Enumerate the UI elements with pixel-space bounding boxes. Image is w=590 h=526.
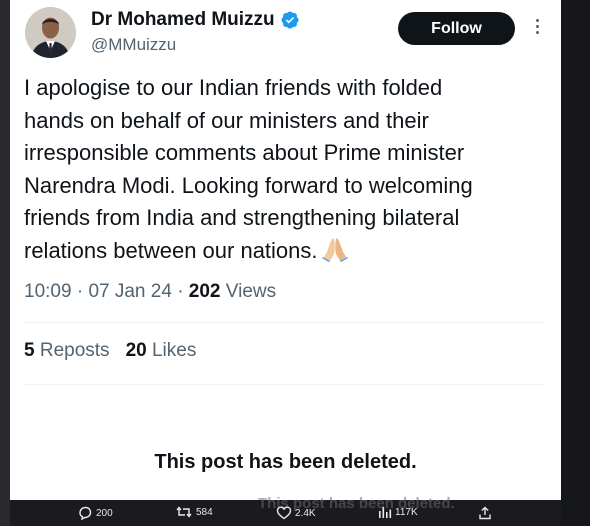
likes-label: Likes (151, 340, 197, 361)
author-name[interactable]: Dr Mohamed Muizzu (91, 9, 275, 31)
like-action[interactable]: 2.4K (276, 506, 316, 520)
tweet-line: relations between our nations. (24, 235, 529, 268)
views-action[interactable]: 117K (378, 506, 418, 518)
repost-action[interactable]: 584 (175, 506, 213, 518)
divider (24, 322, 545, 323)
background-left (0, 0, 10, 526)
engagement-stats: 5 Reposts 20 Likes (24, 340, 196, 362)
views-label: Views (225, 281, 277, 302)
tweet-line: hands on behalf of our ministers and the… (24, 107, 429, 133)
tweet-line: irresponsible comments about Prime minis… (24, 140, 465, 165)
meta-separator: · (177, 281, 184, 302)
reply-action[interactable]: 200 (77, 506, 113, 520)
likes-stat[interactable]: 20 Likes (126, 340, 197, 362)
tweet-line: Narendra Modi. Looking forward to welcom… (24, 172, 473, 198)
reply-count: 200 (96, 507, 113, 519)
author-name-row: Dr Mohamed Muizzu (91, 9, 300, 31)
views-count-bar: 117K (395, 506, 418, 518)
like-count: 2.4K (295, 507, 316, 519)
tweet-line: friends from India and strengthening bil… (24, 205, 460, 230)
tweet-date[interactable]: 07 Jan 24 (88, 281, 171, 302)
reposts-label: Reposts (39, 340, 110, 361)
author-handle[interactable]: @MMuizzu (91, 35, 176, 55)
reposts-stat[interactable]: 5 Reposts (24, 340, 110, 362)
folded-hands-emoji-icon (321, 237, 348, 262)
follow-button[interactable]: Follow (398, 12, 515, 45)
tweet-time[interactable]: 10:09 (24, 281, 72, 302)
repost-count: 584 (196, 506, 213, 518)
deleted-notice: This post has been deleted. (154, 451, 417, 473)
tweet-text: I apologise to our Indian friends with f… (24, 72, 529, 267)
reply-icon (79, 506, 92, 520)
background-right (561, 0, 590, 526)
divider (24, 384, 545, 385)
tweet-line: I apologise to our Indian friends with f… (24, 75, 443, 100)
analytics-icon (379, 507, 392, 518)
tweet-meta: 10:09 · 07 Jan 24 · 202 Views (24, 281, 276, 303)
tweet-card: Dr Mohamed Muizzu @MMuizzu Follow I apol… (10, 0, 561, 500)
meta-separator: · (76, 281, 84, 302)
heart-icon (276, 506, 292, 520)
more-options-icon[interactable] (530, 16, 544, 40)
tweet-line-text: relations between our nations. (24, 237, 318, 263)
share-action[interactable] (478, 506, 492, 520)
reposts-count: 5 (24, 340, 35, 361)
verified-badge-icon (281, 11, 299, 29)
avatar[interactable] (25, 7, 76, 58)
repost-icon (176, 506, 192, 518)
views-count: 202 (188, 281, 221, 302)
likes-count: 20 (125, 340, 147, 361)
tweet-action-bar: 200 584 2.4K 117K (60, 500, 500, 526)
share-icon (479, 506, 491, 520)
